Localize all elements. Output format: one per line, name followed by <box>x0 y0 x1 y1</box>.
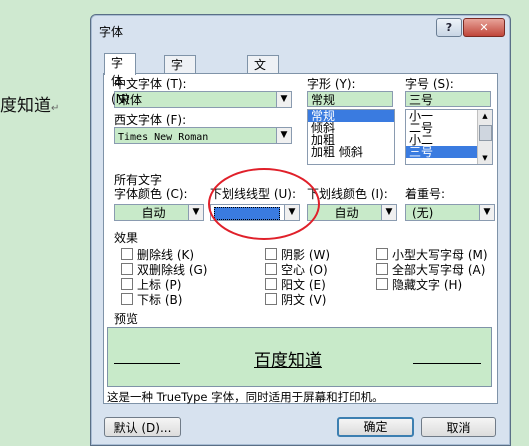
list-item[interactable]: 加粗 倾斜 <box>308 146 394 158</box>
list-item[interactable]: 常规 <box>308 110 394 122</box>
list-item[interactable]: 倾斜 <box>308 122 394 134</box>
font-color-label: 字体颜色 (C): <box>114 187 188 201</box>
font-color-combo[interactable]: 自动 ▼ <box>114 204 204 221</box>
preview-right-line <box>413 363 481 364</box>
style-input[interactable]: 常规 <box>307 91 393 107</box>
font-color-value: 自动 <box>141 206 166 220</box>
help-icon[interactable]: ? <box>436 18 462 37</box>
size-list[interactable]: 小一 二号 小二 三号 ▲ ▼ <box>405 109 493 165</box>
checkbox-label: 双删除线 (G) <box>137 263 208 277</box>
checkbox-box[interactable] <box>265 278 277 290</box>
list-item[interactable]: 加粗 <box>308 134 394 146</box>
emphasis-value: (无) <box>412 206 434 220</box>
preview-box: 百度知道 <box>107 327 492 387</box>
checkbox-label: 全部大写字母 (A) <box>392 263 486 277</box>
checkbox-box[interactable] <box>265 248 277 260</box>
chevron-down-icon[interactable]: ▼ <box>188 205 203 220</box>
size-scrollbar[interactable]: ▲ ▼ <box>477 110 492 164</box>
checkbox-label: 阴文 (V) <box>281 293 327 307</box>
preview-left-line <box>114 363 180 364</box>
paragraph-mark-icon: ↵ <box>51 103 60 114</box>
scroll-down-icon[interactable]: ▼ <box>478 152 492 164</box>
checkbox-label: 下标 (B) <box>137 293 183 307</box>
document-text: 度知道↵ <box>0 96 60 116</box>
chevron-down-icon[interactable]: ▼ <box>276 92 291 107</box>
ok-button[interactable]: 确定 <box>337 417 414 437</box>
size-input[interactable]: 三号 <box>405 91 491 107</box>
preview-text: 百度知道 <box>254 351 322 371</box>
style-label: 字形 (Y): <box>307 77 356 91</box>
dialog-title: 字体 <box>99 25 124 39</box>
checkbox-label: 空心 (O) <box>281 263 328 277</box>
checkbox-box[interactable] <box>121 293 133 305</box>
chevron-down-icon[interactable]: ▼ <box>479 205 494 220</box>
highlight-oval <box>208 168 320 240</box>
subscript-checkbox[interactable]: 下标 (B) <box>121 291 182 308</box>
western-font-label: 西文字体 (F): <box>114 113 187 127</box>
tab-text-effects[interactable]: 文字效果 (X) <box>247 55 279 144</box>
scroll-up-icon[interactable]: ▲ <box>478 110 492 122</box>
chinese-font-combo[interactable]: 宋体 ▼ <box>114 91 292 108</box>
default-button[interactable]: 默认 (D)... <box>104 417 181 437</box>
close-icon[interactable]: ✕ <box>463 18 505 37</box>
checkbox-box[interactable] <box>265 293 277 305</box>
underline-color-combo[interactable]: 自动 ▼ <box>307 204 397 221</box>
underline-color-value: 自动 <box>334 206 359 220</box>
tab-font[interactable]: 字体 (N) <box>104 53 137 106</box>
truetype-note: 这是一种 TrueType 字体，同时适用于屏幕和打印机。 <box>107 390 384 404</box>
checkbox-label: 上标 (P) <box>137 278 182 292</box>
title-bar: 字体 ? ✕ <box>91 15 510 43</box>
engrave-checkbox[interactable]: 阴文 (V) <box>265 291 326 308</box>
checkbox-box[interactable] <box>121 248 133 260</box>
western-font-value: Times New Roman <box>118 132 209 143</box>
emphasis-combo[interactable]: (无) ▼ <box>405 204 495 221</box>
emphasis-label: 着重号: <box>405 187 446 201</box>
checkbox-label: 小型大写字母 (M) <box>392 248 488 262</box>
size-label: 字号 (S): <box>405 77 454 91</box>
scroll-thumb[interactable] <box>479 125 492 141</box>
hidden-text-checkbox[interactable]: 隐藏文字 (H) <box>376 276 462 293</box>
checkbox-box[interactable] <box>376 278 388 290</box>
checkbox-label: 阴影 (W) <box>281 248 331 262</box>
checkbox-label: 阳文 (E) <box>281 278 326 292</box>
checkbox-label: 隐藏文字 (H) <box>392 278 463 292</box>
checkbox-box[interactable] <box>121 278 133 290</box>
checkbox-box[interactable] <box>265 263 277 275</box>
tab-char-spacing[interactable]: 字符间距 (R) <box>164 55 196 144</box>
checkbox-box[interactable] <box>376 248 388 260</box>
western-font-combo[interactable]: Times New Roman ▼ <box>114 127 292 144</box>
cancel-button[interactable]: 取消 <box>421 417 496 437</box>
chevron-down-icon[interactable]: ▼ <box>381 205 396 220</box>
effects-label: 效果 <box>114 231 139 245</box>
checkbox-box[interactable] <box>121 263 133 275</box>
checkbox-box[interactable] <box>376 263 388 275</box>
checkbox-label: 删除线 (K) <box>137 248 195 262</box>
style-list[interactable]: 常规 倾斜 加粗 加粗 倾斜 <box>307 109 395 165</box>
chevron-down-icon[interactable]: ▼ <box>276 128 291 143</box>
preview-label: 预览 <box>114 312 139 326</box>
